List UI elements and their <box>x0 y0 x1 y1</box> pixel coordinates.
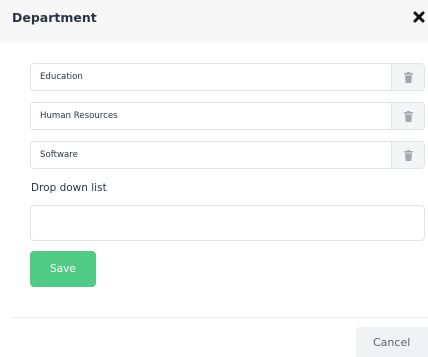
close-x-icon <box>411 7 428 27</box>
dialog-title: Department <box>12 10 97 25</box>
department-item-input[interactable] <box>31 64 391 90</box>
dialog-header: Department <box>0 0 428 42</box>
department-item-input[interactable] <box>31 103 391 129</box>
save-button[interactable]: Save <box>30 251 96 287</box>
department-dialog: Department Education Human Resources Sof… <box>0 0 428 357</box>
department-item-row <box>30 102 425 130</box>
department-item-input[interactable] <box>31 142 391 168</box>
close-button[interactable] <box>411 7 428 27</box>
cancel-button[interactable]: Cancel <box>356 327 428 357</box>
delete-item-button[interactable] <box>391 103 424 129</box>
department-item-row <box>30 63 425 91</box>
delete-item-button[interactable] <box>391 64 424 90</box>
department-item-row <box>30 141 425 169</box>
footer-divider <box>12 317 428 318</box>
dropdown-list-label: Drop down list <box>31 182 107 194</box>
delete-item-button[interactable] <box>391 142 424 168</box>
dropdown-list-input[interactable] <box>30 205 425 241</box>
